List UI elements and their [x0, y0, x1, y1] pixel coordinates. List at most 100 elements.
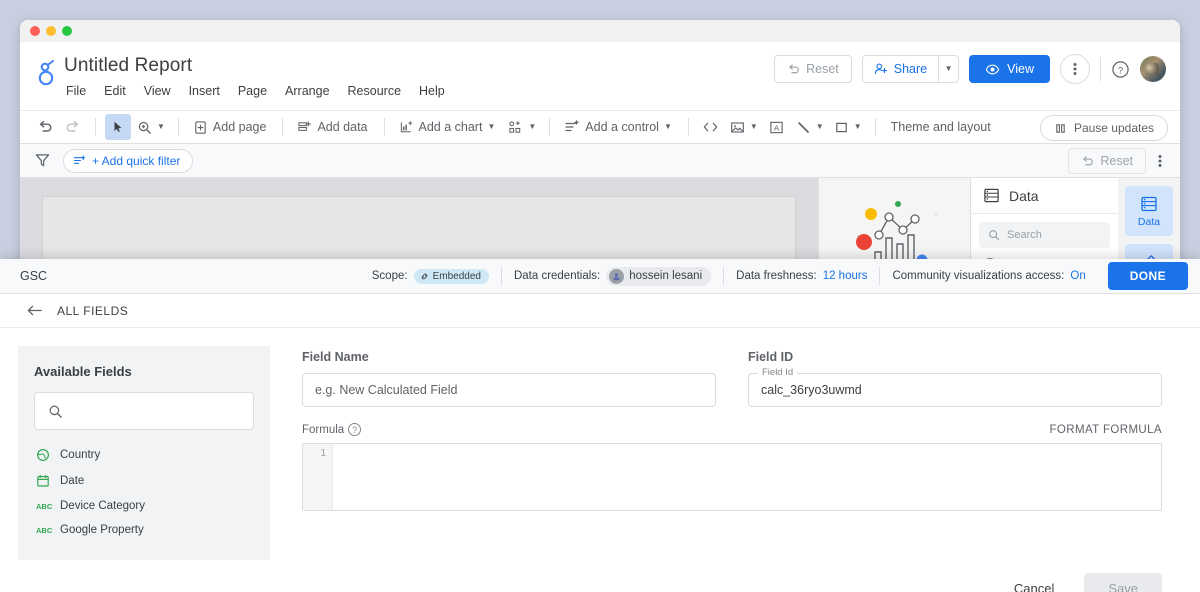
- add-chart-button[interactable]: Add a chart ▼: [394, 114, 503, 140]
- insert-image-button[interactable]: ▼: [726, 114, 762, 140]
- add-page-icon: [195, 120, 206, 134]
- scope-chip[interactable]: Embedded: [413, 268, 489, 284]
- menu-item-insert[interactable]: Insert: [189, 82, 220, 100]
- menu-item-resource[interactable]: Resource: [348, 82, 402, 100]
- available-field-date[interactable]: Date: [34, 468, 254, 494]
- add-chart-label: Add a chart: [418, 120, 483, 134]
- page-title[interactable]: Untitled Report: [64, 54, 445, 78]
- funnel-icon[interactable]: [34, 152, 51, 169]
- community-viz-icon: [509, 120, 521, 133]
- data-panel-search-input[interactable]: Search: [979, 222, 1110, 248]
- more-vertical-icon: [1073, 63, 1077, 75]
- pause-updates-button[interactable]: Pause updates: [1039, 115, 1168, 141]
- share-button-label: Share: [893, 62, 928, 76]
- chevron-down-icon: ▼: [663, 122, 672, 131]
- insert-text-button[interactable]: A: [764, 114, 790, 140]
- pause-updates-label: Pause updates: [1073, 121, 1154, 135]
- undo-button[interactable]: [32, 114, 58, 140]
- help-button[interactable]: ?: [1111, 60, 1130, 79]
- menu-item-help[interactable]: Help: [419, 82, 445, 100]
- header-actions: Reset Share ▼ View ?: [774, 54, 1166, 84]
- available-field-device-category[interactable]: ABC Device Category: [34, 494, 254, 518]
- freshness-group: Data freshness: 12 hours: [724, 270, 879, 282]
- formula-editor[interactable]: 1: [302, 443, 1162, 511]
- credentials-chip[interactable]: hossein lesani: [606, 266, 712, 286]
- filter-bar-more-button[interactable]: [1152, 153, 1168, 169]
- view-button[interactable]: View: [969, 55, 1050, 83]
- add-community-viz-button[interactable]: ▼: [504, 114, 540, 140]
- community-access-group: Community visualizations access: On: [880, 270, 1097, 282]
- data-table-icon: [984, 188, 999, 203]
- filter-bar-actions: Reset: [1068, 148, 1168, 174]
- done-button[interactable]: DONE: [1107, 262, 1188, 290]
- search-icon: [49, 405, 62, 418]
- share-button[interactable]: Share: [862, 56, 939, 82]
- theme-and-layout-button[interactable]: Theme and layout: [885, 120, 997, 134]
- main-toolbar: ▼ Add page Add data Add a chart ▼ ▼ Add …: [20, 110, 1180, 144]
- abc-icon: ABC: [36, 525, 53, 535]
- header-divider: [1100, 57, 1101, 81]
- available-fields-search-input[interactable]: [34, 392, 254, 430]
- all-fields-label[interactable]: ALL FIELDS: [57, 304, 128, 318]
- menu-item-page[interactable]: Page: [238, 82, 267, 100]
- field-name-input[interactable]: e.g. New Calculated Field: [302, 373, 716, 407]
- zoom-tool-button[interactable]: ▼: [133, 114, 169, 140]
- window-minimize-button[interactable]: [46, 26, 56, 36]
- field-id-group: Field ID Field Id calc_36ryo3uwmd: [748, 350, 1162, 407]
- data-panel-search-placeholder: Search: [1007, 229, 1042, 241]
- field-id-input[interactable]: calc_36ryo3uwmd: [748, 373, 1162, 407]
- add-data-button[interactable]: Add data: [292, 114, 374, 140]
- calculated-field-form: Field Name e.g. New Calculated Field Fie…: [270, 328, 1200, 560]
- available-field-google-property[interactable]: ABC Google Property: [34, 518, 254, 542]
- menu-item-arrange[interactable]: Arrange: [285, 82, 329, 100]
- insert-shape-button[interactable]: ▼: [830, 114, 866, 140]
- filter-reset-label: Reset: [1100, 154, 1133, 168]
- format-formula-button[interactable]: FORMAT FORMULA: [1049, 424, 1162, 436]
- cancel-button[interactable]: Cancel: [996, 573, 1072, 592]
- chevron-down-icon: ▼: [944, 64, 953, 73]
- share-dropdown-button[interactable]: ▼: [938, 56, 959, 82]
- text-box-icon: A: [770, 121, 783, 133]
- available-fields-title: Available Fields: [34, 364, 132, 379]
- menu-item-edit[interactable]: Edit: [104, 82, 126, 100]
- reset-button[interactable]: Reset: [774, 55, 852, 83]
- avatar[interactable]: [1140, 56, 1166, 82]
- help-circle-icon[interactable]: ?: [348, 423, 362, 436]
- available-field-country[interactable]: Country: [34, 442, 254, 468]
- more-options-button[interactable]: [1060, 54, 1090, 84]
- menu-item-file[interactable]: File: [66, 82, 86, 100]
- field-id-legend: Field Id: [758, 367, 798, 378]
- insert-line-button[interactable]: ▼: [792, 114, 828, 140]
- add-quick-filter-button[interactable]: + Add quick filter: [63, 148, 194, 173]
- menu-item-view[interactable]: View: [144, 82, 171, 100]
- formula-line-number: 1: [303, 444, 333, 510]
- add-page-button[interactable]: Add page: [188, 114, 274, 140]
- available-fields-panel: Available Fields Country Date ABC Device…: [18, 346, 270, 560]
- toolbar-divider: [95, 118, 96, 136]
- community-access-value[interactable]: On: [1070, 270, 1085, 282]
- add-control-button[interactable]: Add a control ▼: [559, 114, 679, 140]
- date-icon: [37, 474, 49, 487]
- filter-reset-button[interactable]: Reset: [1068, 148, 1146, 174]
- chevron-down-icon: ▼: [528, 122, 537, 131]
- rail-button-data[interactable]: Data: [1125, 186, 1173, 236]
- image-icon: [730, 121, 744, 133]
- select-tool-button[interactable]: [105, 114, 131, 140]
- arrow-left-icon[interactable]: [26, 303, 43, 318]
- available-field-label: Country: [60, 449, 101, 461]
- window-maximize-button[interactable]: [62, 26, 72, 36]
- magnifier-zoom-icon: [138, 121, 151, 134]
- reset-button-label: Reset: [806, 62, 839, 76]
- line-icon: [797, 121, 809, 133]
- embed-code-button[interactable]: [698, 114, 724, 140]
- freshness-value[interactable]: 12 hours: [823, 270, 868, 282]
- menubar: File Edit View Insert Page Arrange Resou…: [64, 82, 445, 100]
- redo-button[interactable]: [60, 114, 86, 140]
- svg-text:A: A: [774, 123, 779, 132]
- add-control-label: Add a control: [585, 120, 659, 134]
- formula-input[interactable]: [333, 444, 1161, 510]
- window-close-button[interactable]: [30, 26, 40, 36]
- save-button[interactable]: Save: [1084, 572, 1162, 592]
- field-id-outlined-wrapper: Field Id calc_36ryo3uwmd: [748, 367, 1162, 407]
- calculated-field-modal: GSC Scope: Embedded Data credentials: ho…: [0, 259, 1200, 592]
